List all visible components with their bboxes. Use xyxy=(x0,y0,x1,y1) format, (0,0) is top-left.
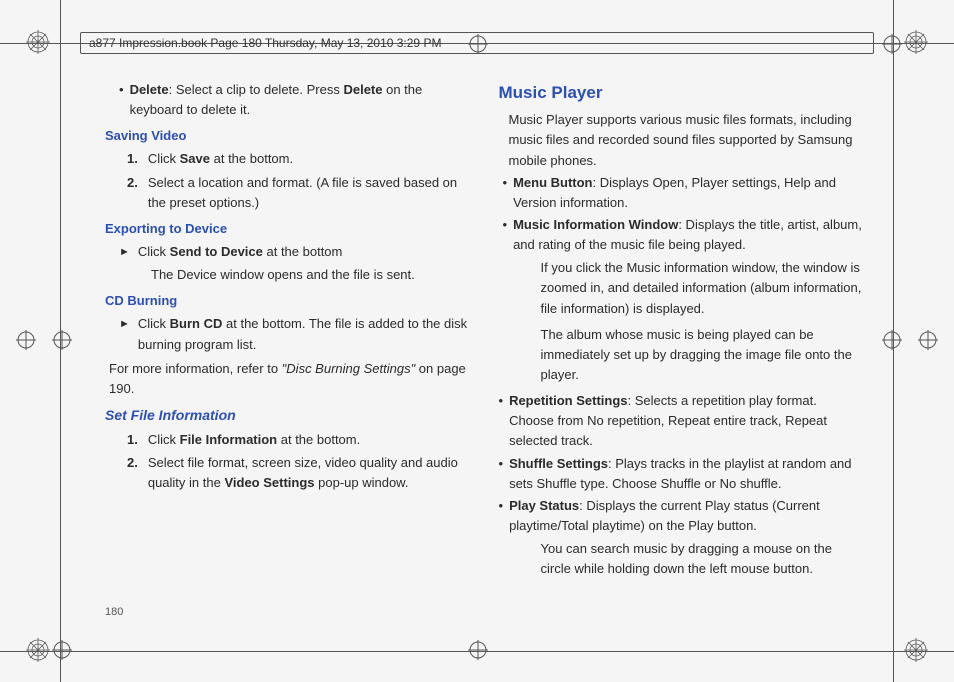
menu-button-text: Menu Button: Displays Open, Player setti… xyxy=(513,173,864,213)
repetition-text: Repetition Settings: Selects a repetitio… xyxy=(509,391,864,451)
set-file-step2: 2. Select file format, screen size, vide… xyxy=(105,453,471,493)
crosshair-icon xyxy=(52,640,72,660)
page-header-text: a877 Impression.book Page 180 Thursday, … xyxy=(89,36,441,50)
music-info-window-text: Music Information Window: Displays the t… xyxy=(513,215,864,255)
delete-t1: : Select a clip to delete. Press xyxy=(169,82,344,97)
registration-mark-icon xyxy=(26,638,50,662)
arrow-icon: ► xyxy=(119,314,130,354)
step-text: Click File Information at the bottom. xyxy=(148,430,360,450)
saving-video-step1: 1. Click Save at the bottom. xyxy=(105,149,471,169)
crosshair-icon xyxy=(918,330,938,350)
music-info-sub2: The album whose music is being played ca… xyxy=(499,325,865,385)
bullet-icon: • xyxy=(119,80,124,120)
registration-mark-icon xyxy=(904,30,928,54)
delete-bold2: Delete xyxy=(343,82,382,97)
music-player-intro: Music Player supports various music file… xyxy=(499,110,865,170)
menu-button-item: • Menu Button: Displays Open, Player set… xyxy=(499,173,865,213)
music-info-sub1: If you click the Music information windo… xyxy=(499,258,865,318)
cd-burning-heading: CD Burning xyxy=(105,291,471,311)
play-status-item: • Play Status: Displays the current Play… xyxy=(499,496,865,536)
step-number: 2. xyxy=(127,173,138,213)
page-number: 180 xyxy=(105,606,123,618)
delete-text: Delete: Select a clip to delete. Press D… xyxy=(130,80,471,120)
bullet-icon: • xyxy=(499,454,504,494)
cd-more-info: For more information, refer to "Disc Bur… xyxy=(105,359,471,399)
play-status-text: Play Status: Displays the current Play s… xyxy=(509,496,864,536)
content-columns: • Delete: Select a clip to delete. Press… xyxy=(105,80,864,622)
crosshair-icon xyxy=(882,34,902,54)
bullet-icon: • xyxy=(499,496,504,536)
crosshair-icon xyxy=(882,330,902,350)
right-column: Music Player Music Player supports vario… xyxy=(499,80,865,622)
bullet-icon: • xyxy=(503,215,508,255)
step-number: 1. xyxy=(127,149,138,169)
saving-video-step2: 2. Select a location and format. (A file… xyxy=(105,173,471,213)
step-number: 1. xyxy=(127,430,138,450)
step-text: Click Save at the bottom. xyxy=(148,149,293,169)
page: a877 Impression.book Page 180 Thursday, … xyxy=(0,0,954,682)
cd-burning-text: Click Burn CD at the bottom. The file is… xyxy=(138,314,471,354)
crosshair-icon xyxy=(52,330,72,350)
left-column: • Delete: Select a clip to delete. Press… xyxy=(105,80,471,622)
repetition-item: • Repetition Settings: Selects a repetit… xyxy=(499,391,865,451)
step-text: Select a location and format. (A file is… xyxy=(148,173,471,213)
set-file-step1: 1. Click File Information at the bottom. xyxy=(105,430,471,450)
exporting-sub: The Device window opens and the file is … xyxy=(105,265,471,285)
page-header-box: a877 Impression.book Page 180 Thursday, … xyxy=(80,32,874,54)
play-status-sub: You can search music by dragging a mouse… xyxy=(499,539,865,579)
cd-burning-step: ► Click Burn CD at the bottom. The file … xyxy=(105,314,471,354)
bullet-icon: • xyxy=(503,173,508,213)
set-file-info-heading: Set File Information xyxy=(105,405,471,427)
shuffle-item: • Shuffle Settings: Plays tracks in the … xyxy=(499,454,865,494)
exporting-text: Click Send to Device at the bottom xyxy=(138,242,342,262)
delete-bold1: Delete xyxy=(130,82,169,97)
bullet-icon: • xyxy=(499,391,504,451)
step-number: 2. xyxy=(127,453,138,493)
registration-mark-icon xyxy=(904,638,928,662)
step-text: Select file format, screen size, video q… xyxy=(148,453,471,493)
crosshair-icon xyxy=(468,640,488,660)
exporting-step: ► Click Send to Device at the bottom xyxy=(105,242,471,262)
music-info-window-item: • Music Information Window: Displays the… xyxy=(499,215,865,255)
registration-mark-icon xyxy=(26,30,50,54)
exporting-heading: Exporting to Device xyxy=(105,219,471,239)
delete-item: • Delete: Select a clip to delete. Press… xyxy=(105,80,471,120)
saving-video-heading: Saving Video xyxy=(105,126,471,146)
shuffle-text: Shuffle Settings: Plays tracks in the pl… xyxy=(509,454,864,494)
music-player-heading: Music Player xyxy=(499,80,865,106)
crosshair-icon xyxy=(16,330,36,350)
arrow-icon: ► xyxy=(119,242,130,262)
